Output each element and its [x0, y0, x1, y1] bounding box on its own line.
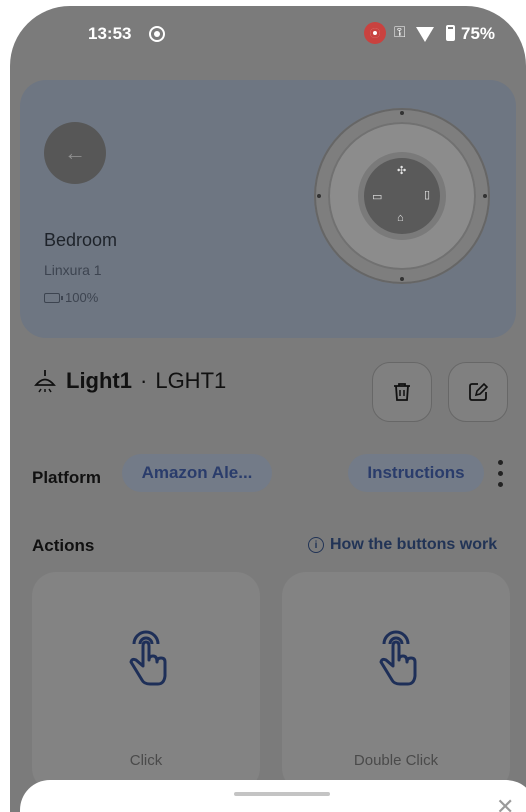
app-screen: 13:53 ⚿ 75% ← Bedroom Linxura 1 100% ✣ ▭… — [10, 6, 526, 812]
device-model: Linxura 1 — [44, 262, 102, 278]
vpn-key-icon: ⚿ — [394, 24, 406, 41]
device-battery-value: 100% — [65, 290, 99, 305]
action-label-click: Click — [129, 752, 163, 769]
info-icon: i — [308, 537, 324, 553]
device-dot — [317, 194, 321, 198]
recording-indicator-icon — [364, 22, 386, 44]
lamp-icon: ⌂ — [397, 212, 404, 224]
arrow-left-icon: ← — [64, 140, 86, 165]
light-code: LGHT1 — [155, 368, 227, 393]
trash-icon — [394, 383, 410, 401]
action-label-double-click: Double Click — [353, 752, 439, 769]
actions-label: Actions — [32, 536, 95, 555]
device-title: Light1 · LGHT1 — [32, 368, 226, 394]
battery-level-icon — [44, 292, 63, 303]
fan-icon: ✣ — [397, 165, 407, 177]
platform-select-chip[interactable]: Amazon Ale... — [122, 454, 272, 492]
device-battery: 100% — [44, 290, 98, 305]
status-bar: 13:53 ⚿ 75% — [10, 6, 526, 62]
light-name: Light1 — [66, 368, 132, 393]
ceiling-light-icon — [34, 370, 56, 393]
device-dot — [483, 194, 487, 198]
device-header-card: ← Bedroom Linxura 1 100% ✣ ▭ ▯ ⌂ — [20, 80, 516, 338]
battery-icon — [446, 25, 455, 41]
tap-hand-icon — [129, 630, 167, 686]
device-remote-illustration: ✣ ▭ ▯ ⌂ — [314, 108, 490, 284]
how-buttons-work-link[interactable]: i How the buttons work — [308, 536, 497, 554]
instructions-button[interactable]: Instructions — [348, 454, 484, 492]
action-card-double-click[interactable]: Double Click — [282, 572, 510, 792]
close-icon[interactable]: ✕ — [496, 796, 514, 812]
back-button[interactable]: ← — [44, 122, 106, 184]
tap-hand-icon — [379, 630, 417, 686]
sheet-drag-handle[interactable] — [234, 792, 330, 796]
more-options-icon[interactable] — [498, 460, 504, 490]
status-time: 13:53 — [88, 24, 132, 43]
device-dot — [400, 277, 404, 281]
how-buttons-work-text: How the buttons work — [330, 536, 498, 553]
delete-button[interactable] — [372, 362, 432, 422]
status-battery-percent: 75% — [461, 24, 496, 43]
room-name: Bedroom — [44, 230, 118, 250]
action-card-click[interactable]: Click — [32, 572, 260, 792]
tv-icon: ▭ — [372, 191, 383, 203]
platform-label: Platform — [32, 468, 101, 487]
edit-pencil-icon — [469, 382, 489, 401]
title-separator: · — [140, 368, 148, 393]
bottom-sheet: ✕ — [20, 780, 526, 812]
wifi-icon — [416, 27, 434, 42]
screen-record-icon — [149, 26, 165, 42]
phone-icon: ▯ — [424, 189, 431, 201]
device-dot — [400, 111, 404, 115]
edit-button[interactable] — [448, 362, 508, 422]
